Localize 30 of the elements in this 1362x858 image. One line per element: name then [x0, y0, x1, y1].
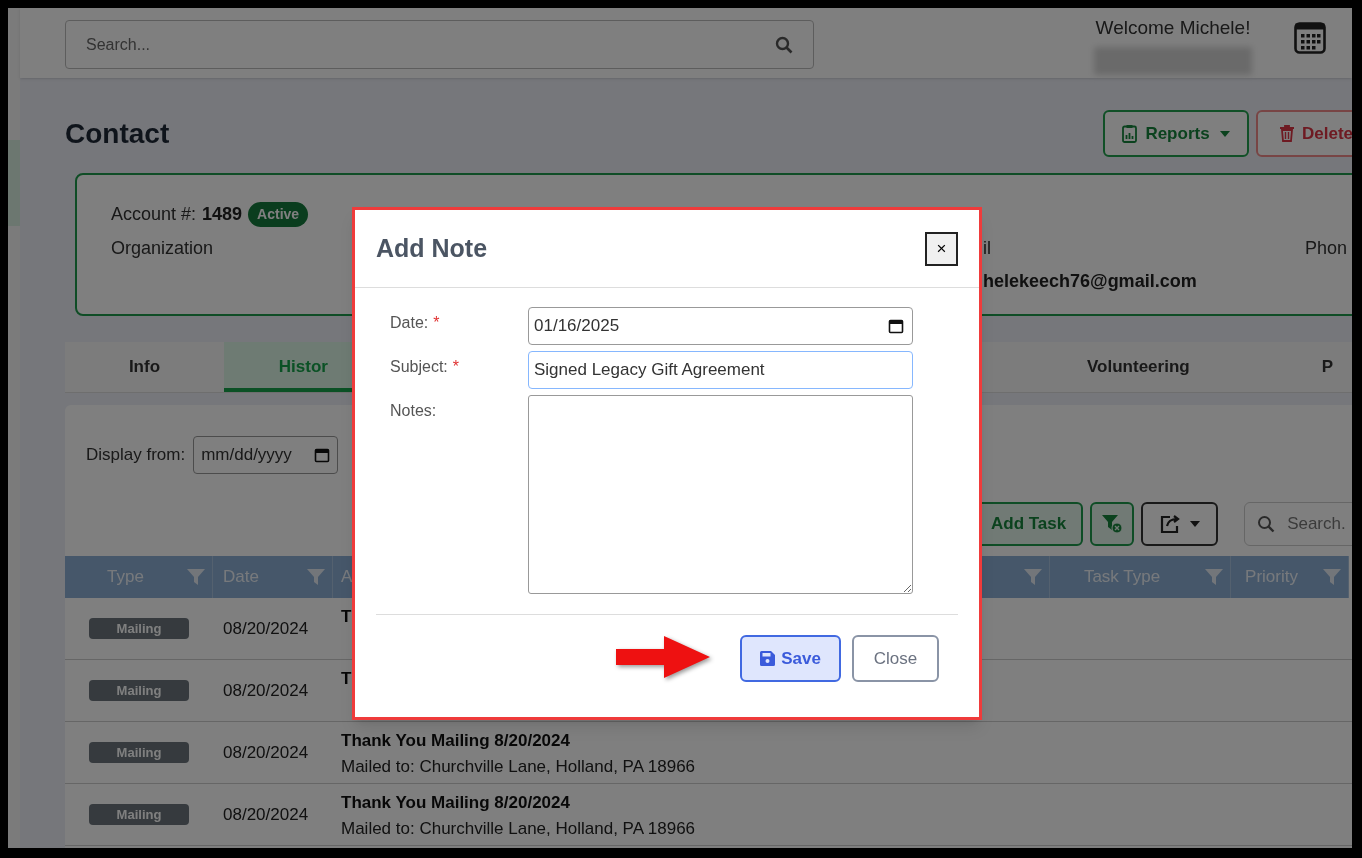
welcome-text: Welcome Michele! [1095, 16, 1251, 40]
history-title: Thank You Mailing 8/20/2024 [341, 792, 571, 814]
type-badge: Mailing [89, 618, 189, 639]
history-title: T [341, 606, 352, 629]
history-detail: Mailed to: Churchville Lane, Holland, PA 18966 [341, 817, 696, 840]
field-label: Date: [390, 313, 429, 333]
display-from-label: Display from: [86, 444, 186, 467]
field-value: helekeech76@gmail.com [983, 270, 1197, 293]
account-label: Account #: [111, 202, 197, 226]
type-badge: Mailing [89, 804, 189, 825]
type-badge: Mailing [89, 742, 189, 763]
field-label: Subject: [390, 357, 448, 377]
field-label: Notes: [390, 401, 437, 421]
field-label: Organization [111, 237, 214, 260]
required-mark: * [452, 357, 460, 377]
dialog-title: Add Note [376, 232, 488, 264]
field-label: Phon [1305, 237, 1348, 260]
status-badge: Active [248, 201, 309, 227]
account-number: 1489 [202, 202, 243, 226]
field-label: il [983, 237, 991, 260]
required-mark: * [433, 313, 440, 333]
table-cell: 08/20/2024 [223, 742, 309, 762]
page-title: Contact [65, 116, 171, 151]
table-cell: 08/20/2024 [223, 618, 309, 638]
history-title: T [341, 668, 352, 691]
history-detail: Mailed to: Churchville Lane, Holland, PA 18966 [341, 755, 696, 778]
type-badge: Mailing [89, 680, 189, 701]
table-cell: 08/20/2024 [223, 680, 309, 700]
table-cell: 08/20/2024 [223, 804, 309, 824]
history-title: Thank You Mailing 8/20/2024 [341, 730, 571, 752]
